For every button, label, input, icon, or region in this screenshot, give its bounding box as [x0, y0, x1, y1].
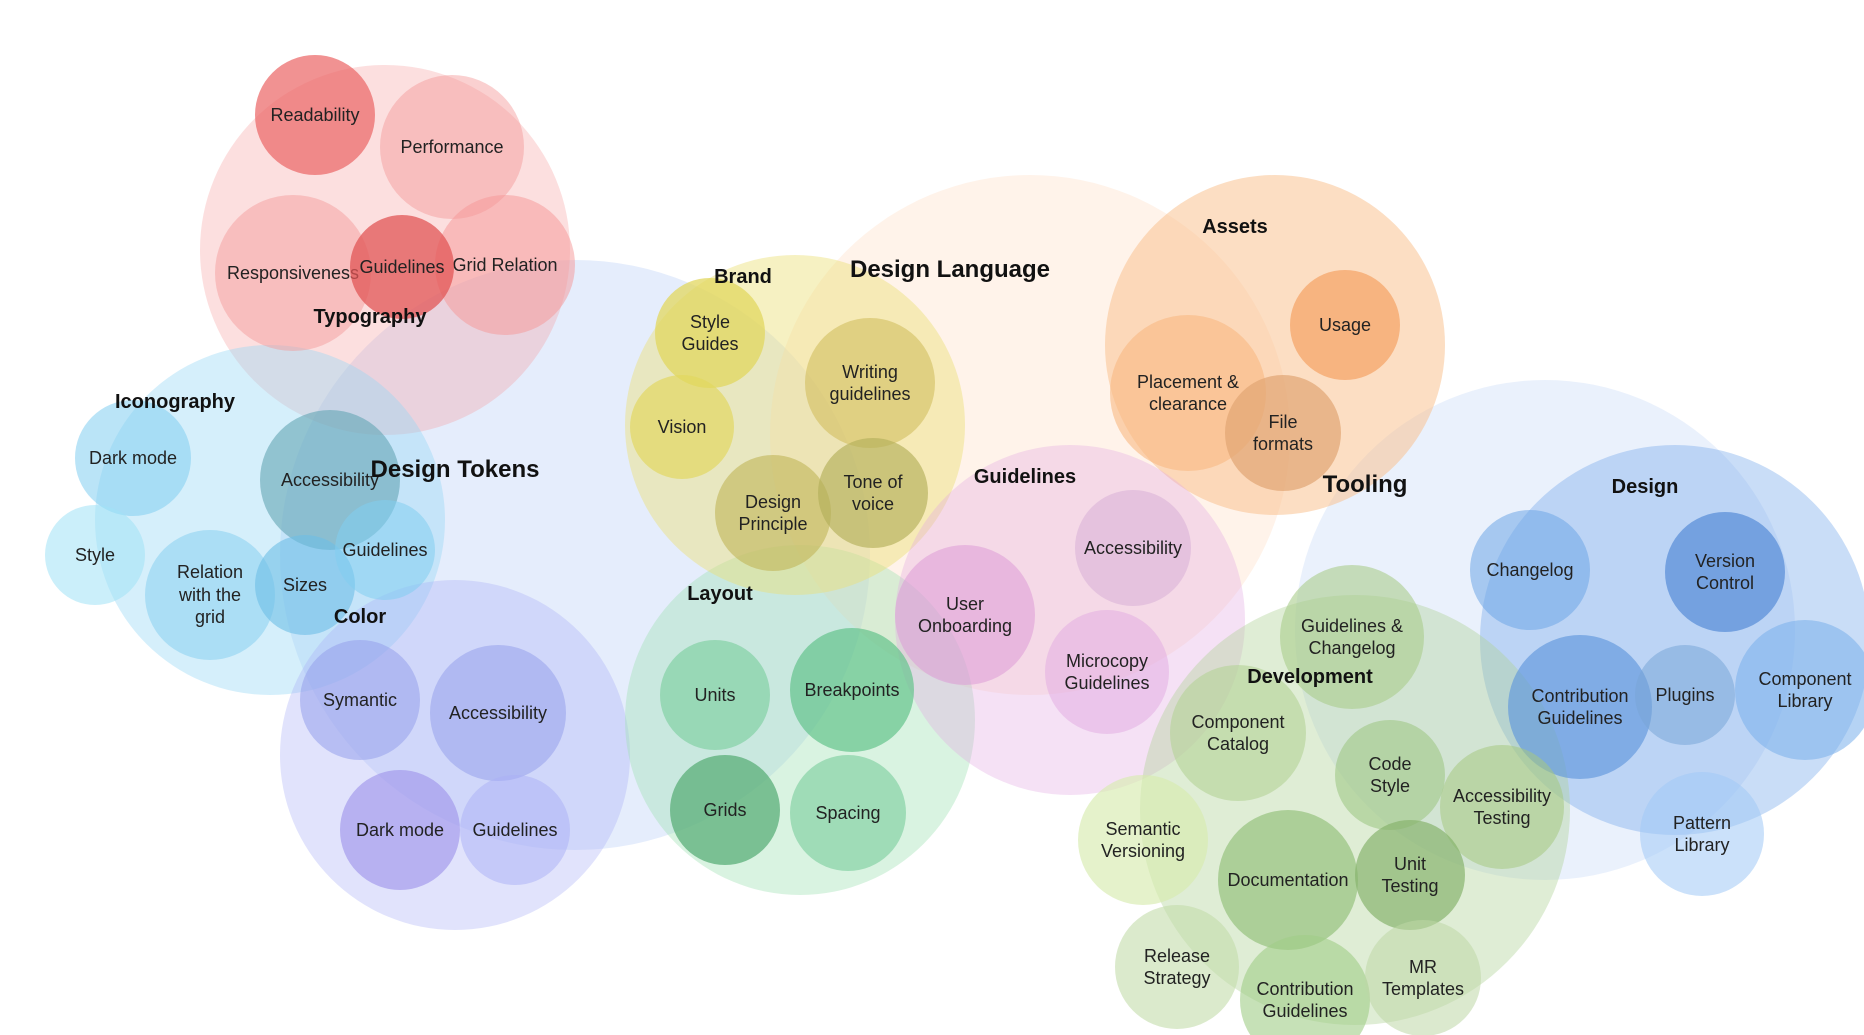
bubble-responsiveness: Responsiveness [215, 195, 371, 351]
bubble-label: MR Templates [1376, 956, 1470, 1001]
bubble-label: Guidelines [353, 256, 450, 279]
bubble-label: Writing guidelines [823, 361, 916, 406]
bubble-label: Spacing [809, 802, 886, 825]
bubble-component-library: Component Library [1735, 620, 1864, 760]
bubble-label: Accessibility [1078, 537, 1188, 560]
bubble-label: Version Control [1689, 550, 1761, 595]
bubble-label: Dark mode [350, 819, 450, 842]
bubble-label: Style [69, 544, 121, 567]
bubble-label: Release Strategy [1137, 945, 1216, 990]
bubble-label: Symantic [317, 689, 403, 712]
bubble-label: Microcopy Guidelines [1058, 650, 1155, 695]
bubble-grid-relation: Grid Relation [435, 195, 575, 335]
bubble-label: Design Principle [732, 491, 813, 536]
bubble-user-onboarding: User Onboarding [895, 545, 1035, 685]
bubble-semantic-versioning: Semantic Versioning [1078, 775, 1208, 905]
bubble-usage: Usage [1290, 270, 1400, 380]
bubble-component-catalog: Component Catalog [1170, 665, 1306, 801]
bubble-version-control: Version Control [1665, 512, 1785, 632]
bubble-label: File formats [1247, 411, 1319, 456]
bubble-style-guides: Style Guides [655, 278, 765, 388]
bubble-label: Usage [1313, 314, 1377, 337]
bubble-label: Component Library [1752, 668, 1857, 713]
bubble-microcopy: Microcopy Guidelines [1045, 610, 1169, 734]
bubble-label: Guidelines [466, 819, 563, 842]
bubble-label: Code Style [1362, 753, 1417, 798]
bubble-spacing: Spacing [790, 755, 906, 871]
bubble-icon-guidelines: Guidelines [335, 500, 435, 600]
bubble-label: Guidelines [336, 539, 433, 562]
bubble-breakpoints: Breakpoints [790, 628, 914, 752]
bubble-label: Placement & clearance [1131, 371, 1245, 416]
bubble-design-principle: Design Principle [715, 455, 831, 571]
bubble-label: Breakpoints [798, 679, 905, 702]
bubble-mr-templates: MR Templates [1365, 920, 1481, 1035]
bubble-label: Grids [697, 799, 752, 822]
bubble-dark-mode-icon: Dark mode [75, 400, 191, 516]
bubble-accessibility-guide: Accessibility [1075, 490, 1191, 606]
bubble-label: Dark mode [83, 447, 183, 470]
bubble-tone-of-voice: Tone of voice [818, 438, 928, 548]
bubble-dark-mode-color: Dark mode [340, 770, 460, 890]
bubble-label: Changelog [1480, 559, 1579, 582]
bubble-code-style: Code Style [1335, 720, 1445, 830]
bubble-label: Accessibility [275, 469, 385, 492]
bubble-label: Performance [394, 136, 509, 159]
bubble-label: User Onboarding [912, 593, 1018, 638]
bubble-diagram: ReadabilityPerformanceResponsivenessGuid… [0, 0, 1864, 1035]
bubble-label: Guidelines & Changelog [1295, 615, 1409, 660]
bubble-changelog: Changelog [1470, 510, 1590, 630]
bubble-label: Plugins [1649, 684, 1720, 707]
bubble-label: Style Guides [675, 311, 744, 356]
bubble-label: Accessibility [443, 702, 553, 725]
bubble-units: Units [660, 640, 770, 750]
bubble-label: Relation with the grid [171, 561, 249, 629]
bubble-symantic: Symantic [300, 640, 420, 760]
bubble-guidelines-changelog: Guidelines & Changelog [1280, 565, 1424, 709]
bubble-label: Contribution Guidelines [1525, 685, 1634, 730]
bubble-pattern-library: Pattern Library [1640, 772, 1764, 896]
bubble-style: Style [45, 505, 145, 605]
bubble-label: Unit Testing [1375, 853, 1444, 898]
bubble-plugins: Plugins [1635, 645, 1735, 745]
bubble-documentation: Documentation [1218, 810, 1358, 950]
bubble-readability: Readability [255, 55, 375, 175]
bubble-label: Tone of voice [837, 471, 908, 516]
bubble-label: Contribution Guidelines [1250, 978, 1359, 1023]
bubble-label: Readability [264, 104, 365, 127]
bubble-file-formats: File formats [1225, 375, 1341, 491]
bubble-unit-testing: Unit Testing [1355, 820, 1465, 930]
bubble-label: Units [688, 684, 741, 707]
bubble-label: Grid Relation [446, 254, 563, 277]
bubble-label: Sizes [277, 574, 333, 597]
bubble-accessibility-color: Accessibility [430, 645, 566, 781]
bubble-writing-guidelines: Writing guidelines [805, 318, 935, 448]
bubble-label: Accessibility Testing [1447, 785, 1557, 830]
bubble-release-strategy: Release Strategy [1115, 905, 1239, 1029]
bubble-color-guidelines: Guidelines [460, 775, 570, 885]
bubble-label: Component Catalog [1185, 711, 1290, 756]
bubble-label: Documentation [1221, 869, 1354, 892]
bubble-vision: Vision [630, 375, 734, 479]
bubble-typo-guidelines: Guidelines [350, 215, 454, 319]
bubble-grids: Grids [670, 755, 780, 865]
bubble-label: Semantic Versioning [1095, 818, 1191, 863]
bubble-label: Responsiveness [221, 262, 365, 285]
bubble-label: Pattern Library [1667, 812, 1737, 857]
bubble-label: Vision [652, 416, 713, 439]
